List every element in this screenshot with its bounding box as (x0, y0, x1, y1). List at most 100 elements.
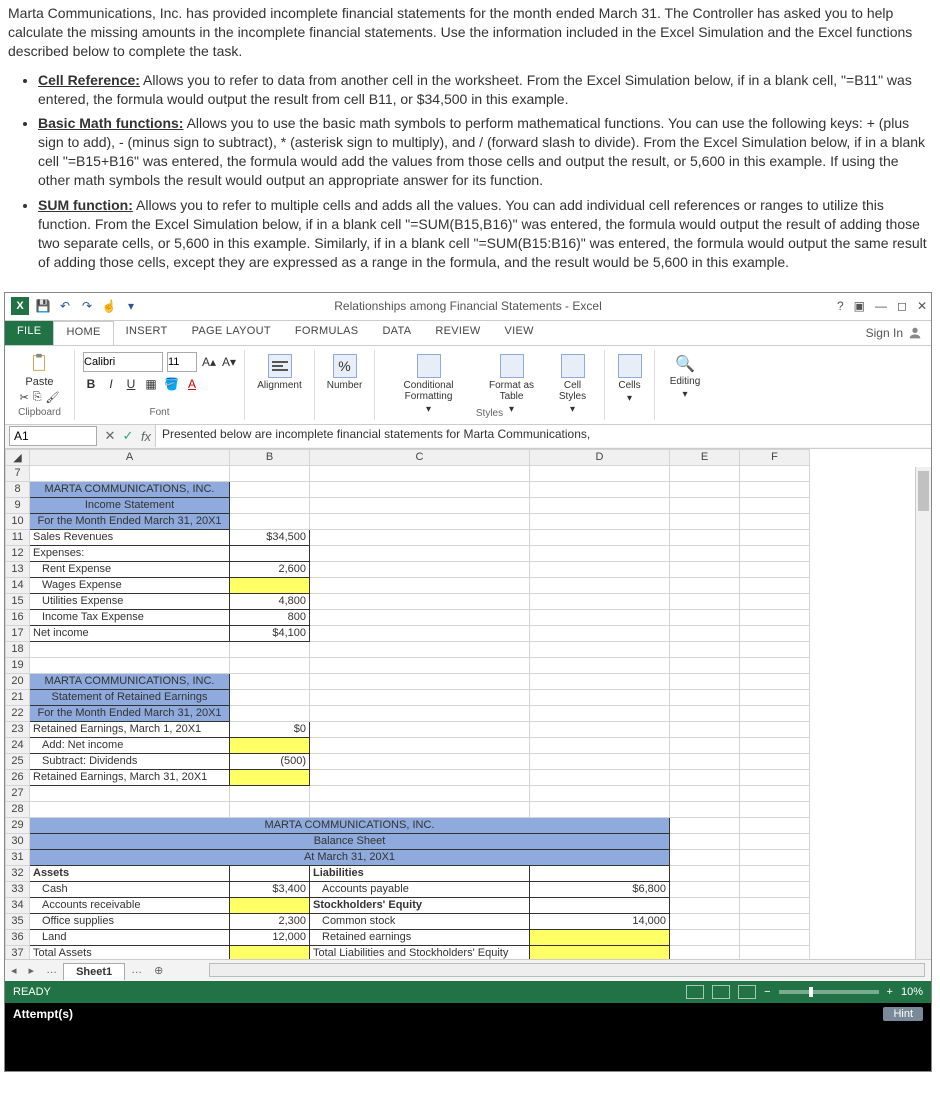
cell[interactable]: Retained earnings (310, 929, 530, 945)
italic-button[interactable]: I (103, 375, 119, 393)
input-cell[interactable] (530, 929, 670, 945)
cell[interactable]: Total Assets (30, 945, 230, 959)
tab-data[interactable]: DATA (370, 321, 423, 345)
copy-icon[interactable]: ⎘ (33, 391, 42, 404)
minimize-icon[interactable]: — (875, 299, 887, 313)
row-header[interactable]: 18 (6, 641, 30, 657)
cut-icon[interactable]: ✂ (20, 391, 29, 404)
enter-formula-icon[interactable]: ✓ (119, 427, 137, 445)
cell[interactable]: Stockholders' Equity (310, 897, 530, 913)
cell[interactable]: Accounts payable (310, 881, 530, 897)
alignment-button[interactable]: Alignment (253, 352, 306, 393)
cell[interactable]: $34,500 (230, 529, 310, 545)
cell[interactable]: $4,100 (230, 625, 310, 641)
row-header[interactable]: 32 (6, 865, 30, 881)
fill-color-icon[interactable]: 🪣 (163, 375, 180, 393)
cell[interactable]: Retained Earnings, March 1, 20X1 (30, 721, 230, 737)
row-header[interactable]: 24 (6, 737, 30, 753)
zoom-level[interactable]: 10% (901, 986, 923, 998)
row-header[interactable]: 37 (6, 945, 30, 959)
cell[interactable]: Statement of Retained Earnings (30, 689, 230, 705)
row-header[interactable]: 25 (6, 753, 30, 769)
cell[interactable]: Income Tax Expense (30, 609, 230, 625)
cell[interactable]: For the Month Ended March 31, 20X1 (30, 705, 230, 721)
cell[interactable]: Cash (30, 881, 230, 897)
tab-formulas[interactable]: FORMULAS (283, 321, 371, 345)
fx-icon[interactable]: fx (137, 427, 155, 445)
cell[interactable]: Rent Expense (30, 561, 230, 577)
increase-font-icon[interactable]: A▴ (201, 353, 217, 371)
row-header[interactable]: 21 (6, 689, 30, 705)
cell[interactable]: Retained Earnings, March 31, 20X1 (30, 769, 230, 785)
row-header[interactable]: 14 (6, 577, 30, 593)
cell[interactable]: (500) (230, 753, 310, 769)
sign-in-link[interactable]: Sign In (858, 321, 931, 345)
row-header[interactable]: 10 (6, 513, 30, 529)
cell[interactable]: 800 (230, 609, 310, 625)
row-header[interactable]: 27 (6, 785, 30, 801)
col-header-c[interactable]: C (310, 449, 530, 465)
format-painter-icon[interactable]: 🖌 (46, 391, 60, 404)
row-header[interactable]: 29 (6, 817, 30, 833)
normal-view-icon[interactable] (686, 985, 704, 999)
cell[interactable]: $3,400 (230, 881, 310, 897)
row-header[interactable]: 28 (6, 801, 30, 817)
cancel-formula-icon[interactable]: ✕ (101, 427, 119, 445)
zoom-slider[interactable] (779, 990, 879, 994)
select-all-corner[interactable]: ◢ (6, 449, 30, 465)
row-header[interactable]: 7 (6, 465, 30, 481)
cell[interactable]: 2,300 (230, 913, 310, 929)
tab-file[interactable]: FILE (5, 321, 53, 345)
cell[interactable]: Balance Sheet (30, 833, 670, 849)
redo-icon[interactable]: ↷ (79, 298, 95, 314)
cell[interactable]: Add: Net income (30, 737, 230, 753)
row-header[interactable]: 23 (6, 721, 30, 737)
new-sheet-icon[interactable]: ⊕ (148, 964, 169, 977)
cell[interactable]: Expenses: (30, 545, 230, 561)
zoom-out-icon[interactable]: − (764, 986, 770, 998)
col-header-a[interactable]: A (30, 449, 230, 465)
cell[interactable]: Accounts receivable (30, 897, 230, 913)
cell[interactable]: MARTA COMMUNICATIONS, INC. (30, 481, 230, 497)
row-header[interactable]: 36 (6, 929, 30, 945)
horizontal-scrollbar[interactable] (209, 963, 925, 977)
cell[interactable]: Liabilities (310, 865, 530, 881)
qat-dropdown-icon[interactable]: ▾ (123, 298, 139, 314)
cell[interactable]: Utilities Expense (30, 593, 230, 609)
row-header[interactable]: 9 (6, 497, 30, 513)
decrease-font-icon[interactable]: A▾ (221, 353, 237, 371)
sheet-nav-more[interactable]: … (40, 964, 63, 976)
row-header[interactable]: 12 (6, 545, 30, 561)
row-header[interactable]: 33 (6, 881, 30, 897)
cell[interactable]: $6,800 (530, 881, 670, 897)
col-header-f[interactable]: F (740, 449, 810, 465)
cell[interactable]: MARTA COMMUNICATIONS, INC. (30, 817, 670, 833)
spreadsheet-grid[interactable]: ◢ A B C D E F 7 8MARTA COMMUNICATIONS, I… (5, 449, 931, 959)
page-layout-view-icon[interactable] (712, 985, 730, 999)
row-header[interactable]: 30 (6, 833, 30, 849)
name-box[interactable] (9, 426, 97, 446)
cell[interactable]: MARTA COMMUNICATIONS, INC. (30, 673, 230, 689)
row-header[interactable]: 22 (6, 705, 30, 721)
touch-mode-icon[interactable]: ☝ (101, 298, 117, 314)
cell[interactable]: Income Statement (30, 497, 230, 513)
vertical-scrollbar[interactable] (915, 467, 931, 959)
cell[interactable]: 12,000 (230, 929, 310, 945)
tab-insert[interactable]: INSERT (114, 321, 180, 345)
cell[interactable]: Total Liabilities and Stockholders' Equi… (310, 945, 530, 959)
tab-review[interactable]: REVIEW (423, 321, 492, 345)
undo-icon[interactable]: ↶ (57, 298, 73, 314)
cell[interactable]: 2,600 (230, 561, 310, 577)
cell[interactable]: 14,000 (530, 913, 670, 929)
col-header-b[interactable]: B (230, 449, 310, 465)
cell[interactable]: For the Month Ended March 31, 20X1 (30, 513, 230, 529)
borders-icon[interactable]: ▦ (143, 375, 159, 393)
cell[interactable]: Common stock (310, 913, 530, 929)
sheet-nav-more2[interactable]: … (125, 964, 148, 976)
input-cell[interactable] (530, 945, 670, 959)
cell[interactable]: Wages Expense (30, 577, 230, 593)
cell[interactable]: $0 (230, 721, 310, 737)
input-cell[interactable] (230, 945, 310, 959)
paste-button[interactable]: Paste (25, 352, 53, 388)
row-header[interactable]: 11 (6, 529, 30, 545)
